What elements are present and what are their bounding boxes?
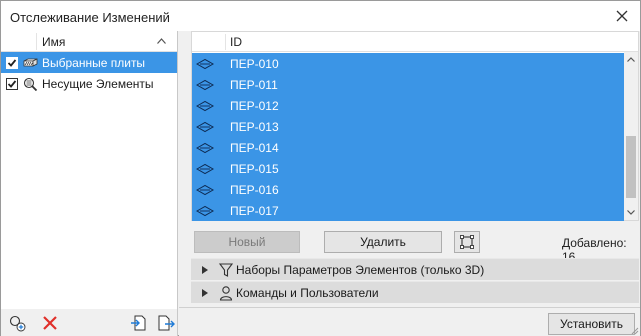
element-id: ПЕР-010 xyxy=(230,57,279,71)
eye-icon[interactable] xyxy=(196,79,214,91)
list-item[interactable]: ПЕР-011 xyxy=(192,74,624,95)
criteria-item-structural-elements[interactable]: Несущие Элементы xyxy=(1,73,177,94)
filter-icon xyxy=(218,263,234,277)
criteria-list-header: Имя xyxy=(1,31,177,52)
close-button[interactable] xyxy=(614,8,630,24)
criteria-checkbox[interactable] xyxy=(6,77,18,90)
element-id: ПЕР-016 xyxy=(230,183,279,197)
sort-ascending-icon[interactable] xyxy=(157,38,166,44)
element-id: ПЕР-014 xyxy=(230,141,279,155)
element-id: ПЕР-015 xyxy=(230,162,279,176)
export-icon[interactable] xyxy=(157,314,175,332)
eye-icon[interactable] xyxy=(196,121,214,133)
section-label: Команды и Пользователи xyxy=(236,286,379,300)
element-id: ПЕР-011 xyxy=(230,78,278,92)
eye-icon[interactable] xyxy=(196,184,214,196)
select-in-model-button[interactable] xyxy=(454,231,480,253)
expand-arrow-icon[interactable] xyxy=(202,289,208,297)
list-item[interactable]: ПЕР-016 xyxy=(192,179,624,200)
name-column-header[interactable]: Имя xyxy=(42,35,65,49)
title-bar: Отслеживание Изменений xyxy=(1,1,640,31)
element-id: ПЕР-013 xyxy=(230,120,279,134)
eye-icon[interactable] xyxy=(196,58,214,70)
criteria-item-label: Несущие Элементы xyxy=(42,76,154,91)
element-id-list: ID ПЕР-010 ПЕР-011 ПЕР-012 ПЕР-013 ПЕР-0… xyxy=(191,31,639,221)
column-separator xyxy=(225,34,226,50)
element-list-header: ID xyxy=(192,32,638,52)
delete-button[interactable]: Удалить xyxy=(324,231,442,253)
marquee-select-icon xyxy=(460,235,474,249)
criteria-item-label: Выбранные плиты xyxy=(42,55,146,70)
eye-icon[interactable] xyxy=(196,205,214,217)
criteria-checkbox[interactable] xyxy=(6,56,18,69)
list-scrollbar[interactable] xyxy=(624,52,638,220)
list-item[interactable]: ПЕР-012 xyxy=(192,95,624,116)
scroll-down-icon[interactable] xyxy=(627,210,635,215)
eye-icon[interactable] xyxy=(196,142,214,154)
id-column-header[interactable]: ID xyxy=(230,35,242,49)
expand-arrow-icon[interactable] xyxy=(202,266,208,274)
add-criteria-icon[interactable] xyxy=(8,314,26,332)
section-label: Наборы Параметров Элементов (только 3D) xyxy=(236,263,485,277)
change-tracking-window: Отслеживание Изменений Имя Выбранные пли… xyxy=(0,0,641,336)
window-title: Отслеживание Изменений xyxy=(10,10,170,25)
list-item[interactable]: ПЕР-014 xyxy=(192,137,624,158)
eye-icon[interactable] xyxy=(196,163,214,175)
element-id: ПЕР-012 xyxy=(230,99,279,113)
import-icon[interactable] xyxy=(130,314,148,332)
dialog-footer: Установить xyxy=(179,307,640,336)
user-icon xyxy=(219,286,233,301)
slab-icon xyxy=(23,57,38,67)
resize-grip-icon[interactable] xyxy=(629,325,639,335)
new-button[interactable]: Новый xyxy=(194,231,300,253)
checkmark-icon xyxy=(7,58,17,67)
checkmark-icon xyxy=(7,79,17,88)
list-item[interactable]: ПЕР-017 xyxy=(192,200,624,221)
section-element-parameter-sets[interactable]: Наборы Параметров Элементов (только 3D) xyxy=(191,258,639,280)
criteria-item-selected-slabs[interactable]: Выбранные плиты xyxy=(1,52,177,73)
element-id: ПЕР-017 xyxy=(230,204,279,218)
criteria-list: Имя Выбранные плиты Несущие Элементы xyxy=(1,31,178,309)
section-commands-users[interactable]: Команды и Пользователи xyxy=(191,281,639,303)
column-separator xyxy=(36,33,37,50)
close-icon xyxy=(616,10,628,22)
structural-search-icon xyxy=(23,77,38,91)
scrollbar-thumb[interactable] xyxy=(626,136,636,198)
list-item[interactable]: ПЕР-015 xyxy=(192,158,624,179)
criteria-toolbar xyxy=(1,309,178,336)
list-item[interactable]: ПЕР-013 xyxy=(192,116,624,137)
install-button[interactable]: Установить xyxy=(548,313,635,335)
list-item[interactable]: ПЕР-010 xyxy=(192,53,624,74)
eye-icon[interactable] xyxy=(196,100,214,112)
scroll-up-icon[interactable] xyxy=(627,57,635,62)
delete-icon[interactable] xyxy=(41,314,59,332)
